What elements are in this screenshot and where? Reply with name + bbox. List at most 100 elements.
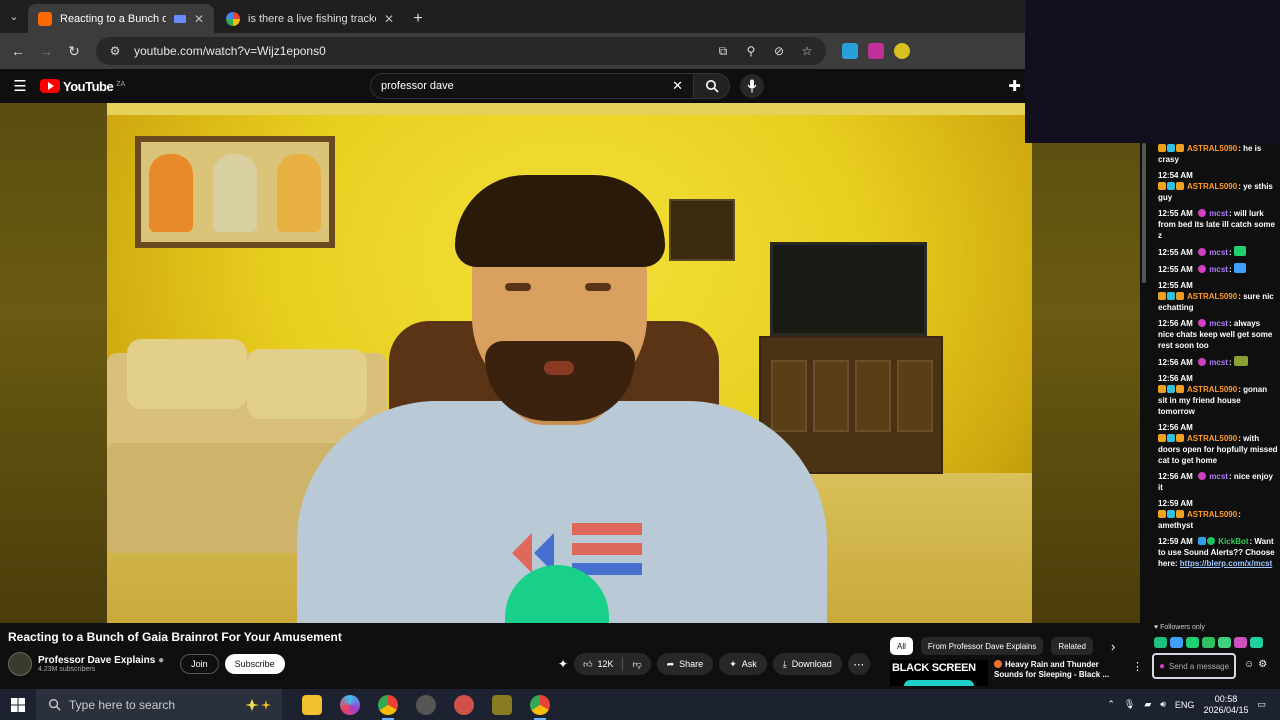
emote-icon[interactable] [1170,637,1183,648]
search-button[interactable] [694,73,730,99]
download-button[interactable]: ⤓ Download [772,653,842,675]
tab-youtube-video[interactable]: Reacting to a Bunch of Gaia ✕ [28,4,214,33]
taskbar-search[interactable]: Type here to search [36,689,282,720]
extension-pixel-icon[interactable] [868,43,884,59]
chat-message: 12:56 AM mcst: always nice chats keep we… [1158,319,1273,350]
forward-button[interactable]: → [34,39,58,63]
channel-name[interactable]: Professor Dave Explains ● [38,655,164,666]
verified-icon: ● [158,655,165,666]
header-actions: ✚ [1008,77,1021,95]
subscribe-button[interactable]: Subscribe [224,654,285,674]
chat-message: 12:59 AM KickBot: Want to use Sound Aler… [1158,537,1275,568]
thumbs-up-icon: 👍︎ [583,658,593,669]
create-icon[interactable]: ✚ [1008,77,1021,95]
overlay-window [1025,0,1280,143]
recommended-thumbnail[interactable]: BLACK SCREEN [890,660,988,686]
television [770,242,927,336]
chrome-profile-icon[interactable] [530,694,550,720]
emote-icon[interactable] [1250,637,1263,648]
ask-button[interactable]: ✦ Ask [719,653,767,675]
youtube-logo[interactable]: YouTube ZA [40,79,125,94]
share-icon: ➦ [666,658,675,669]
language-indicator[interactable]: ENG [1175,700,1195,710]
google-favicon-icon [226,11,240,26]
close-tab-icon[interactable]: ✕ [384,12,394,26]
search-icon [48,698,61,711]
new-tab-button[interactable]: + [406,4,430,33]
file-explorer-icon[interactable] [302,694,322,715]
chat-link[interactable]: https://blerp.com/x/mcst [1180,559,1272,568]
recommended-menu-icon[interactable]: ⋮ [1132,660,1143,686]
more-actions-button[interactable]: ⋯ [847,653,870,675]
ai-assist-icon[interactable]: ✦ [558,657,568,671]
snipping-tool-icon[interactable] [454,694,474,715]
video-letterbox-left [0,103,107,623]
tab-google-search[interactable]: is there a live fishing tracker ap ✕ [216,4,404,33]
close-tab-icon[interactable]: ✕ [194,12,204,26]
video-player[interactable] [0,103,1140,623]
notifications-icon[interactable]: ▭ [1257,699,1266,710]
chat-panel: ASTRAL5090: he is crasy 12:54 AM ASTRAL5… [1140,143,1280,689]
settings-icon[interactable]: ⚙ [1258,659,1267,670]
zoom-icon[interactable]: ⚲ [742,42,760,60]
copilot-icon[interactable] [340,694,360,715]
taskbar: Type here to search ⌃ 🎙︎ ▰ 🔊︎ ENG 00:58 … [0,689,1280,720]
search-icon [705,80,719,93]
microphone-tray-icon[interactable]: 🎙︎ [1124,699,1135,710]
chat-message: ASTRAL5090: he is crasy [1158,144,1262,164]
address-bar[interactable]: ⚙ youtube.com/watch?v=Wijz1epons0 ⧉ ⚲ ⊘ … [96,37,826,65]
guide-menu-icon[interactable]: ☰ [0,69,40,103]
reload-button[interactable]: ↻ [62,39,86,63]
country-code: ZA [116,80,126,88]
tab-search-chevron-icon[interactable]: ⌄ [0,0,28,33]
dislike-button[interactable]: 👎︎ [623,653,650,675]
recommended-title[interactable]: Heavy Rain and Thunder Sounds for Sleepi… [994,660,1122,686]
chat-scrollbar[interactable] [1142,143,1146,283]
site-settings-icon[interactable]: ⚙ [106,42,124,60]
emote-icon [1233,356,1248,366]
extension-7tv-icon[interactable] [842,43,858,59]
minecraft-icon[interactable] [492,694,512,715]
volume-icon[interactable]: 🔊︎ [1160,699,1166,710]
obs-icon[interactable] [416,694,436,715]
emote-icon[interactable] [1186,637,1199,648]
bookmark-star-icon[interactable]: ☆ [798,42,816,60]
extension-coin-icon[interactable] [894,43,910,59]
chat-message-input[interactable]: ● Send a message [1152,653,1236,679]
chrome-icon[interactable] [378,694,398,720]
channel-info: Professor Dave Explains ● 4.23M subscrib… [38,655,164,673]
emote-bar [1154,637,1263,648]
install-app-icon[interactable]: ⧉ [714,42,732,60]
tracking-protection-icon[interactable]: ⊘ [770,42,788,60]
emoji-picker-icon[interactable]: ☺ [1244,659,1254,670]
chat-message: 12:56 AM ASTRAL5090: gonan sit in my fri… [1158,374,1268,416]
download-icon: ⤓ [782,658,787,669]
tray-overflow-icon[interactable]: ⌃ [1107,699,1115,710]
channel-avatar[interactable] [8,652,32,676]
windows-logo-icon [11,697,25,712]
subscriber-count: 4.23M subscribers [38,666,96,673]
browser-tab-strip: ⌄ Reacting to a Bunch of Gaia ✕ is there… [0,0,1025,33]
emote-icon[interactable] [1234,637,1247,648]
chat-message: 12:56 AM mcst: [1158,356,1278,368]
like-button[interactable]: 👍︎ 12K [574,653,622,675]
wall-poster [669,199,735,261]
emote-icon[interactable] [1218,637,1231,648]
start-button[interactable] [0,689,36,720]
back-button[interactable]: ← [6,39,30,63]
chip-from-channel[interactable]: From Professor Dave Explains [920,637,1044,655]
clock[interactable]: 00:58 2026/04/15 [1203,694,1248,716]
recommended-video[interactable]: BLACK SCREEN Heavy Rain and Thunder Soun… [890,660,1143,686]
share-button[interactable]: ➦ Share [656,653,714,675]
voice-search-button[interactable] [740,74,764,98]
user-badge-icon: ● [1158,660,1165,672]
emote-icon[interactable] [1154,637,1167,648]
search-input[interactable] [381,80,673,92]
chips-next-icon[interactable]: › [1111,639,1115,654]
wifi-icon[interactable]: ▰ [1144,699,1151,710]
chip-all[interactable]: All [890,637,913,655]
chip-related[interactable]: Related [1051,637,1093,655]
emote-icon[interactable] [1202,637,1215,648]
join-button[interactable]: Join [180,654,219,674]
clear-search-icon[interactable]: ✕ [672,78,683,94]
